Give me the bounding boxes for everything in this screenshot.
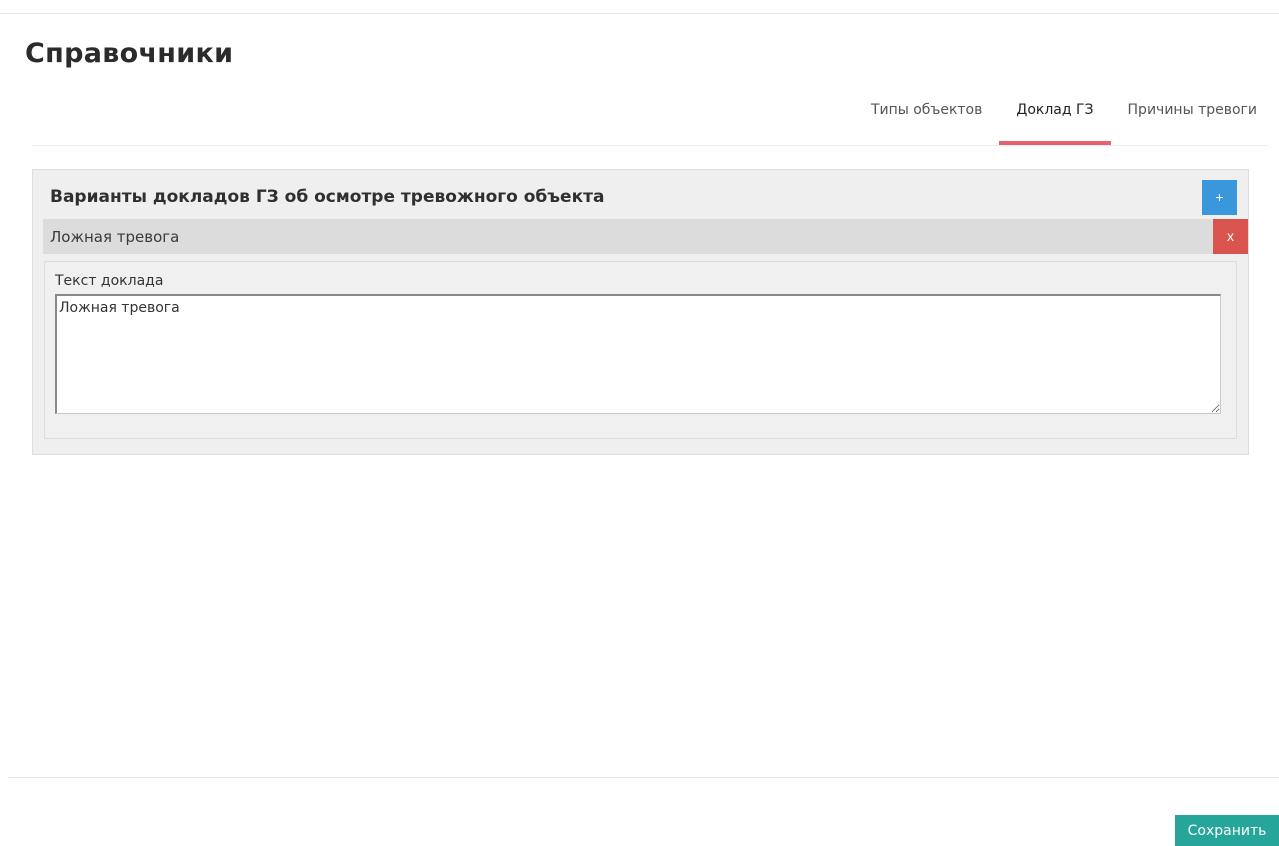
page-title: Справочники [25, 38, 234, 69]
panel-title: Варианты докладов ГЗ об осмотре тревожно… [50, 187, 605, 207]
report-text-label: Текст доклада [55, 273, 164, 289]
footer-divider [8, 777, 1279, 778]
delete-variant-button[interactable]: x [1213, 219, 1248, 254]
top-divider [0, 13, 1279, 14]
report-text-field[interactable]: Ложная тревога [55, 294, 1221, 414]
tabs-divider [32, 145, 1268, 146]
tab-gz-report[interactable]: Доклад ГЗ [999, 96, 1111, 145]
tabs-bar: Типы объектов Доклад ГЗ Причины тревоги [837, 96, 1257, 145]
save-button[interactable]: Сохранить [1175, 815, 1279, 846]
report-variants-panel: Варианты докладов ГЗ об осмотре тревожно… [32, 169, 1249, 455]
list-item-title: Ложная тревога [50, 228, 180, 246]
list-item-body: Текст доклада Ложная тревога [44, 261, 1237, 439]
tab-alarm-reasons[interactable]: Причины тревоги [1128, 96, 1257, 145]
reference-books-page: Справочники Типы объектов Доклад ГЗ Прич… [0, 0, 1279, 846]
tab-object-types[interactable]: Типы объектов [871, 96, 982, 145]
add-variant-button[interactable]: + [1202, 180, 1237, 215]
list-item-header[interactable]: Ложная тревога x [43, 219, 1248, 254]
